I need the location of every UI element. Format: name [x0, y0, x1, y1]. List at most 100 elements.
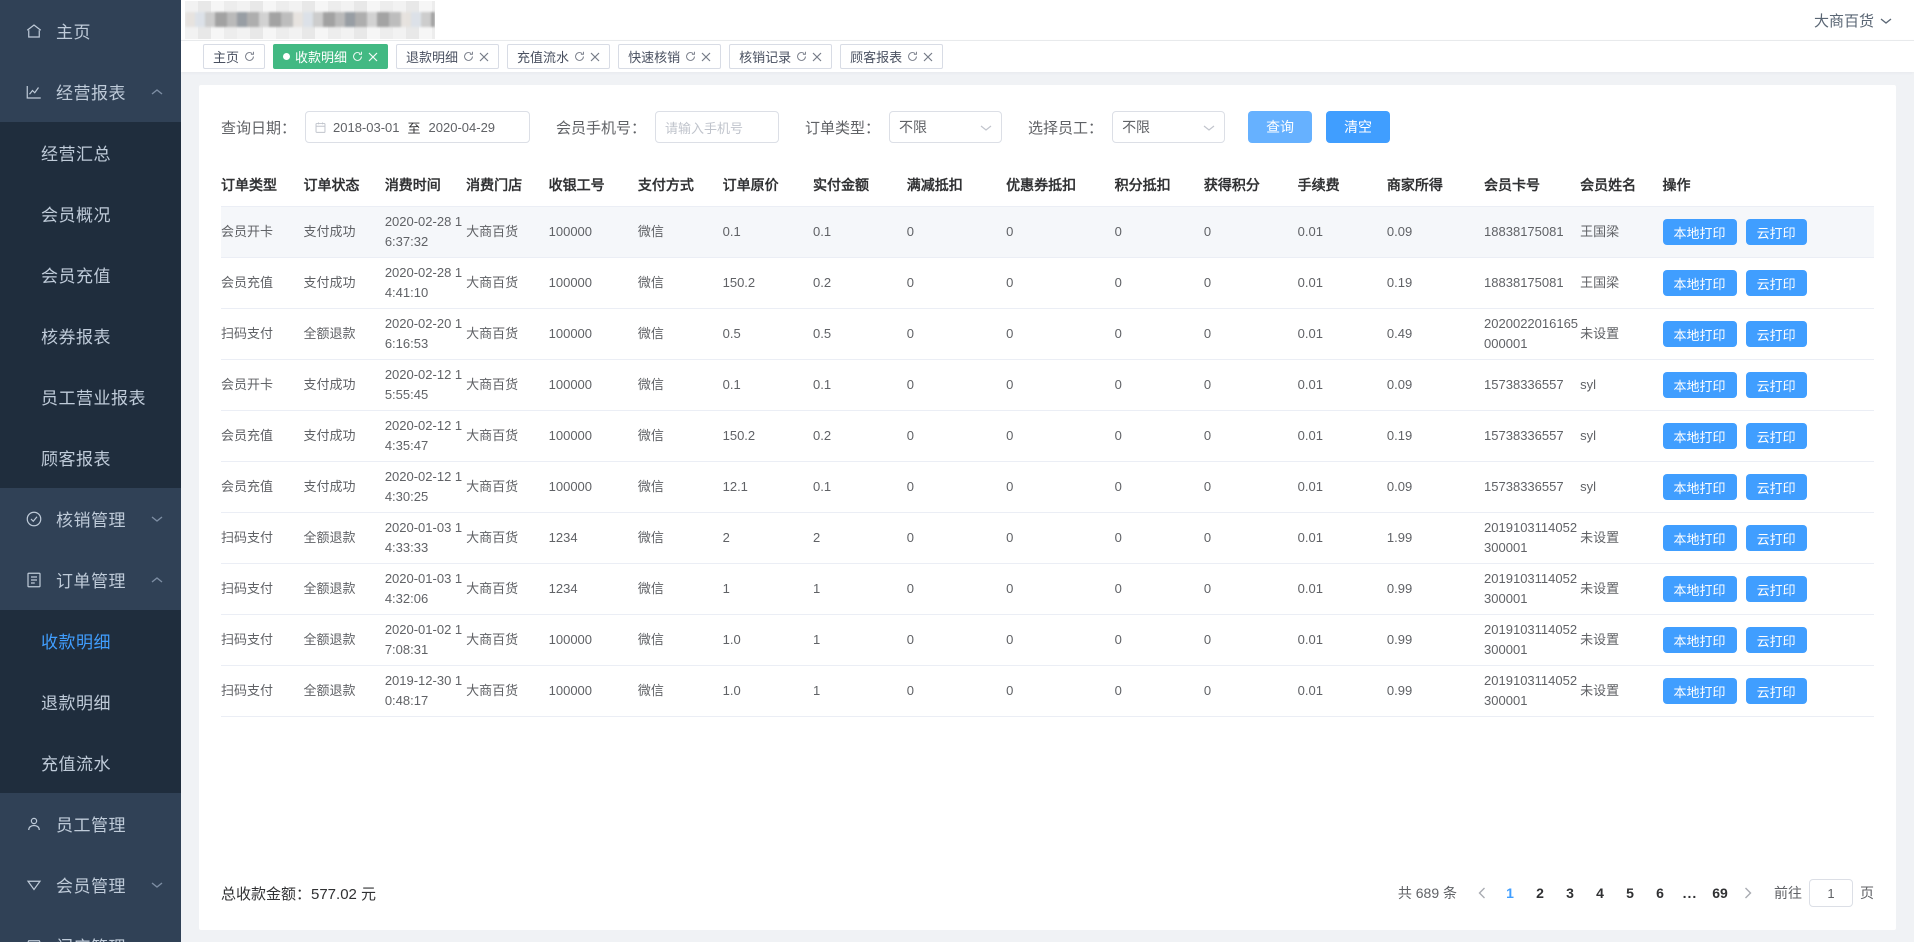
- refresh-icon[interactable]: [907, 51, 918, 62]
- local-print-button[interactable]: 本地打印: [1662, 219, 1737, 245]
- active-dot-icon: [283, 53, 291, 60]
- cell-member-name: 未设置: [1580, 665, 1663, 717]
- refresh-icon[interactable]: [244, 51, 255, 62]
- page-button-4[interactable]: 4: [1585, 879, 1615, 907]
- tab-home[interactable]: 主页: [203, 44, 266, 69]
- cell-points-earned: 0: [1203, 308, 1298, 360]
- page-button-6[interactable]: 6: [1645, 879, 1675, 907]
- jump-page-input[interactable]: 1: [1809, 879, 1853, 907]
- table-row[interactable]: 会员充值 支付成功 2020-02-12 14:30:25 大商百货 100000 微信 1…: [221, 461, 1874, 513]
- page-button-1[interactable]: 1: [1495, 879, 1525, 907]
- prev-page-button[interactable]: [1469, 879, 1495, 907]
- sidebar-subitem-label: 会员充值: [41, 267, 111, 286]
- sidebar-subitem-coupon-report[interactable]: 核券报表: [0, 305, 181, 366]
- table-row[interactable]: 扫码支付 全额退款 2019-12-30 10:48:17 大商百货 100000 微信 1…: [221, 665, 1874, 717]
- sidebar-subitem-member-recharge[interactable]: 会员充值: [0, 244, 181, 305]
- table-row[interactable]: 扫码支付 全额退款 2020-02-20 16:16:53 大商百货 100000 微信 0…: [221, 308, 1874, 360]
- sidebar-item-stores[interactable]: 门店管理: [0, 915, 181, 942]
- local-print-button[interactable]: 本地打印: [1662, 321, 1737, 347]
- refresh-icon[interactable]: [574, 51, 585, 62]
- cloud-print-button[interactable]: 云打印: [1745, 627, 1807, 653]
- page-button-5[interactable]: 5: [1615, 879, 1645, 907]
- sidebar-subitem-member-overview[interactable]: 会员概况: [0, 183, 181, 244]
- th-member-name: 会员姓名: [1580, 165, 1663, 207]
- sidebar-item-home[interactable]: 主页: [0, 0, 181, 61]
- cloud-print-button[interactable]: 云打印: [1745, 423, 1807, 449]
- sidebar-item-verification[interactable]: 核销管理: [0, 488, 181, 549]
- refresh-icon[interactable]: [352, 51, 363, 62]
- tab-quick-verification[interactable]: 快速核销: [618, 44, 722, 69]
- table-row[interactable]: 扫码支付 全额退款 2020-01-03 14:32:06 大商百货 1234 微信 1 1 0…: [221, 563, 1874, 615]
- tab-refund-detail[interactable]: 退款明细: [396, 44, 500, 69]
- tab-recharge-flow[interactable]: 充值流水: [507, 44, 611, 69]
- tab-payment-detail[interactable]: 收款明细: [273, 44, 389, 69]
- staff-select[interactable]: 不限: [1112, 111, 1226, 143]
- cell-order-status: 全额退款: [303, 563, 385, 615]
- query-button[interactable]: 查询: [1248, 111, 1313, 143]
- cloud-print-button[interactable]: 云打印: [1745, 372, 1807, 398]
- cell-merchant-income: 0.99: [1386, 665, 1485, 717]
- sidebar-item-reports[interactable]: 经营报表: [0, 61, 181, 122]
- cell-points-earned: 0: [1203, 614, 1298, 666]
- sidebar-subitem-payment-detail[interactable]: 收款明细: [0, 610, 181, 671]
- member-phone-input[interactable]: 请输入手机号: [655, 111, 780, 143]
- tab-verification-records[interactable]: 核销记录: [729, 44, 833, 69]
- cloud-print-button[interactable]: 云打印: [1745, 678, 1807, 704]
- table-row[interactable]: 扫码支付 全额退款 2020-01-03 14:33:33 大商百货 1234 微信 2 2 0…: [221, 512, 1874, 564]
- clear-button[interactable]: 清空: [1326, 111, 1391, 143]
- refresh-icon[interactable]: [685, 51, 696, 62]
- cell-cashier-id: 100000: [548, 359, 638, 411]
- cloud-print-button[interactable]: 云打印: [1745, 219, 1807, 245]
- cloud-print-button[interactable]: 云打印: [1745, 270, 1807, 296]
- table-row[interactable]: 会员充值 支付成功 2020-02-28 14:41:10 大商百货 100000 微信 1…: [221, 257, 1874, 309]
- local-print-button[interactable]: 本地打印: [1662, 474, 1737, 500]
- sidebar-item-orders[interactable]: 订单管理: [0, 549, 181, 610]
- close-icon[interactable]: [923, 52, 933, 62]
- sidebar-subitem-recharge-flow[interactable]: 充值流水: [0, 732, 181, 793]
- cell-consume-store: 大商百货: [466, 308, 549, 360]
- table-row[interactable]: 会员开卡 支付成功 2020-02-28 16:37:32 大商百货 100000 微信 0…: [221, 206, 1874, 258]
- close-icon[interactable]: [812, 52, 822, 62]
- cloud-print-button[interactable]: 云打印: [1745, 474, 1807, 500]
- sidebar-subitem-customer-report[interactable]: 顾客报表: [0, 427, 181, 488]
- local-print-button[interactable]: 本地打印: [1662, 423, 1737, 449]
- table-row[interactable]: 会员充值 支付成功 2020-02-12 14:35:47 大商百货 100000 微信 1…: [221, 410, 1874, 462]
- account-menu[interactable]: 大商百货: [1814, 10, 1892, 31]
- local-print-button[interactable]: 本地打印: [1662, 627, 1737, 653]
- cell-member-name: syl: [1580, 359, 1663, 411]
- close-icon[interactable]: [701, 52, 711, 62]
- close-icon[interactable]: [590, 52, 600, 62]
- th-consume-store: 消费门店: [466, 165, 549, 207]
- local-print-button[interactable]: 本地打印: [1662, 270, 1737, 296]
- close-icon[interactable]: [479, 52, 489, 62]
- local-print-button[interactable]: 本地打印: [1662, 576, 1737, 602]
- table-row[interactable]: 会员开卡 支付成功 2020-02-12 15:55:45 大商百货 100000 微信 0…: [221, 359, 1874, 411]
- page-button-69[interactable]: 69: [1705, 879, 1735, 907]
- refresh-icon[interactable]: [463, 51, 474, 62]
- order-type-select[interactable]: 不限: [889, 111, 1003, 143]
- local-print-button[interactable]: 本地打印: [1662, 678, 1737, 704]
- sidebar-subitem-staff-sales-report[interactable]: 员工营业报表: [0, 366, 181, 427]
- refresh-icon[interactable]: [796, 51, 807, 62]
- table-container: 订单类型 订单状态 消费时间 消费门店 收银工号 支付方式 订单原价 实付金额 …: [199, 165, 1896, 717]
- table-row[interactable]: 扫码支付 全额退款 2020-01-02 17:08:31 大商百货 100000 微信 1…: [221, 614, 1874, 666]
- sidebar-item-staff[interactable]: 员工管理: [0, 793, 181, 854]
- sidebar-item-home-label: 主页: [56, 23, 91, 42]
- next-page-button[interactable]: [1735, 879, 1761, 907]
- local-print-button[interactable]: 本地打印: [1662, 372, 1737, 398]
- cell-operations: 本地打印 云打印: [1662, 665, 1874, 717]
- close-icon[interactable]: [368, 52, 378, 62]
- page-button-2[interactable]: 2: [1525, 879, 1555, 907]
- cloud-print-button[interactable]: 云打印: [1745, 321, 1807, 347]
- local-print-button[interactable]: 本地打印: [1662, 525, 1737, 551]
- date-range-input[interactable]: 2018-03-01 至 2020-04-29: [305, 111, 531, 143]
- cloud-print-button[interactable]: 云打印: [1745, 576, 1807, 602]
- tab-customer-report[interactable]: 顾客报表: [840, 44, 944, 69]
- sidebar-subitem-business-summary[interactable]: 经营汇总: [0, 122, 181, 183]
- cell-service-fee: 0.01: [1297, 461, 1387, 513]
- sidebar-item-members[interactable]: 会员管理: [0, 854, 181, 915]
- sidebar-subitem-refund-detail[interactable]: 退款明细: [0, 671, 181, 732]
- page-ellipsis[interactable]: ...: [1675, 879, 1705, 907]
- page-button-3[interactable]: 3: [1555, 879, 1585, 907]
- cloud-print-button[interactable]: 云打印: [1745, 525, 1807, 551]
